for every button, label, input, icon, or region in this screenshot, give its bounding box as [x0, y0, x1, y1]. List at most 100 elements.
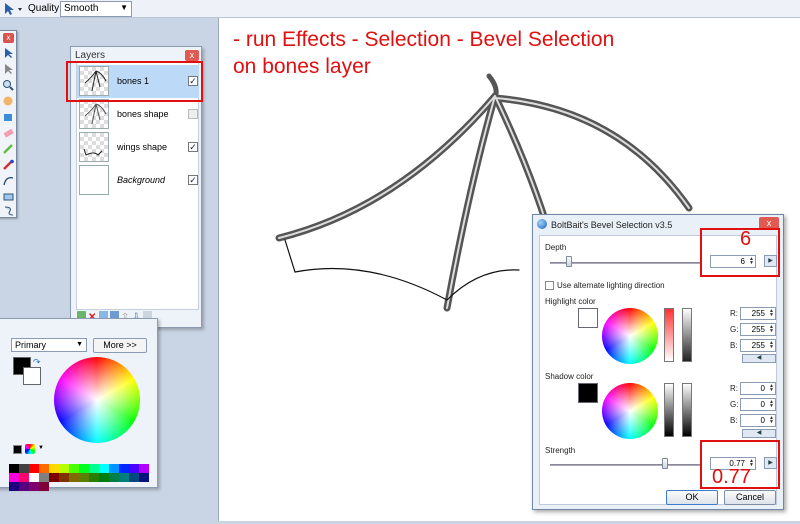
- color-picker-icon[interactable]: [2, 159, 15, 171]
- strength-slider-track[interactable]: [550, 464, 700, 466]
- palette-swatch[interactable]: [79, 464, 89, 473]
- palette-swatch[interactable]: [49, 464, 59, 473]
- freeform-shape-icon[interactable]: [2, 205, 15, 217]
- zoom-icon[interactable]: [2, 79, 15, 91]
- layer-row[interactable]: Background ✓: [77, 164, 199, 197]
- reset-highlight-button[interactable]: ◀: [742, 354, 776, 363]
- depth-slider-track[interactable]: [550, 262, 700, 264]
- spinner-icon[interactable]: ▲ ▼: [767, 325, 774, 334]
- palette-swatch[interactable]: [39, 464, 49, 473]
- palette-swatch[interactable]: [69, 473, 79, 482]
- layer-row[interactable]: wings shape ✓: [77, 131, 199, 164]
- palette-swatch[interactable]: [89, 464, 99, 473]
- palette-swatch[interactable]: [99, 464, 109, 473]
- palette-swatch[interactable]: [69, 464, 79, 473]
- app-icon: [537, 219, 547, 229]
- more-colors-button[interactable]: More >>: [93, 338, 147, 353]
- palette-swatch[interactable]: [19, 482, 29, 491]
- palette-swatch[interactable]: [9, 464, 19, 473]
- color-wheel[interactable]: [54, 357, 140, 443]
- palette-swatch[interactable]: [89, 473, 99, 482]
- swap-colors-icon[interactable]: ↷: [33, 357, 41, 368]
- palette-swatch[interactable]: [129, 464, 139, 473]
- palette-swatch[interactable]: [9, 473, 19, 482]
- shadow-brightness-bar[interactable]: [682, 383, 692, 437]
- reset-colors-icon[interactable]: [13, 445, 22, 454]
- shadow-g-value: 0: [760, 400, 765, 409]
- highlight-b-input[interactable]: 255 ▲ ▼: [740, 339, 776, 352]
- move-selection-icon[interactable]: [2, 47, 15, 59]
- palette-swatch[interactable]: [109, 473, 119, 482]
- shadow-color-wheel[interactable]: [602, 383, 658, 439]
- highlight-color-swatch[interactable]: [578, 308, 598, 328]
- top-toolbar: Quality: Smooth ▼: [0, 0, 800, 18]
- layer-visibility-checkbox[interactable]: ✓: [188, 175, 198, 185]
- highlight-brightness-bar[interactable]: [682, 308, 692, 362]
- palette-swatch[interactable]: [49, 473, 59, 482]
- palette-swatch[interactable]: [109, 464, 119, 473]
- spinner-icon[interactable]: ▲ ▼: [767, 400, 774, 409]
- shadow-g-input[interactable]: 0 ▲ ▼: [740, 398, 776, 411]
- alt-lighting-label: Use alternate lighting direction: [557, 281, 665, 290]
- paint-bucket-icon[interactable]: [2, 111, 15, 123]
- secondary-color-swatch[interactable]: [23, 367, 41, 385]
- palette-swatch[interactable]: [29, 482, 39, 491]
- palette-swatch[interactable]: [99, 473, 109, 482]
- palette-swatch[interactable]: [119, 473, 129, 482]
- reset-shadow-button[interactable]: ◀: [742, 429, 776, 438]
- alt-lighting-checkbox[interactable]: [545, 281, 554, 290]
- color-mode-dropdown[interactable]: Primary ▼: [11, 338, 87, 352]
- highlight-g-label: G:: [730, 325, 739, 334]
- palette-swatch[interactable]: [79, 473, 89, 482]
- close-icon[interactable]: x: [185, 50, 199, 61]
- palette-swatch[interactable]: [139, 464, 149, 473]
- spinner-icon[interactable]: ▲ ▼: [767, 384, 774, 393]
- layer-name: wings shape: [117, 142, 168, 152]
- palette-swatch[interactable]: [39, 473, 49, 482]
- cancel-button[interactable]: Cancel: [724, 490, 776, 505]
- spinner-icon[interactable]: ▲ ▼: [767, 341, 774, 350]
- close-icon[interactable]: x: [3, 33, 14, 43]
- layer-visibility-checkbox[interactable]: [188, 109, 198, 119]
- shadow-b-input[interactable]: 0 ▲ ▼: [740, 414, 776, 427]
- palette-swatch[interactable]: [19, 473, 29, 482]
- highlight-box-layer: [66, 61, 203, 102]
- highlight-hue-bar[interactable]: [664, 308, 674, 362]
- shadow-color-swatch[interactable]: [578, 383, 598, 403]
- layer-row[interactable]: bones shape: [77, 98, 199, 131]
- eraser-icon[interactable]: [2, 127, 15, 139]
- palette-swatch[interactable]: [129, 473, 139, 482]
- palette-swatch[interactable]: [39, 482, 49, 491]
- palette-swatch[interactable]: [29, 464, 39, 473]
- palette-swatch[interactable]: [119, 464, 129, 473]
- highlight-color-wheel[interactable]: [602, 308, 658, 364]
- shadow-r-input[interactable]: 0 ▲ ▼: [740, 382, 776, 395]
- line-curve-icon[interactable]: [2, 175, 15, 187]
- palette-menu-icon[interactable]: [25, 444, 35, 454]
- palette-swatch[interactable]: [59, 464, 69, 473]
- layer-visibility-checkbox[interactable]: ✓: [188, 142, 198, 152]
- pan-icon[interactable]: [2, 95, 15, 107]
- tool-chooser-icon[interactable]: [2, 2, 24, 16]
- brush-icon[interactable]: [2, 143, 15, 155]
- shadow-hue-bar[interactable]: [664, 383, 674, 437]
- quality-dropdown[interactable]: Smooth ▼: [60, 1, 132, 17]
- ok-button[interactable]: OK: [666, 490, 718, 505]
- strength-slider-thumb[interactable]: [662, 458, 668, 469]
- spinner-icon[interactable]: ▲ ▼: [767, 416, 774, 425]
- chevron-down-icon[interactable]: ▼: [38, 445, 44, 451]
- highlight-color-label: Highlight color: [545, 297, 596, 306]
- highlight-g-input[interactable]: 255 ▲ ▼: [740, 323, 776, 336]
- chevron-down-icon: ▼: [120, 3, 128, 12]
- palette-swatch[interactable]: [29, 473, 39, 482]
- palette-swatch[interactable]: [59, 473, 69, 482]
- highlight-r-input[interactable]: 255 ▲ ▼: [740, 307, 776, 320]
- depth-annotation: 6: [740, 228, 752, 250]
- move-selected-icon[interactable]: [2, 63, 15, 75]
- palette-swatch[interactable]: [19, 464, 29, 473]
- palette-swatch[interactable]: [9, 482, 19, 491]
- rectangle-icon[interactable]: [2, 191, 15, 203]
- depth-slider-thumb[interactable]: [566, 256, 572, 267]
- spinner-icon[interactable]: ▲ ▼: [767, 309, 774, 318]
- palette-swatch[interactable]: [139, 473, 149, 482]
